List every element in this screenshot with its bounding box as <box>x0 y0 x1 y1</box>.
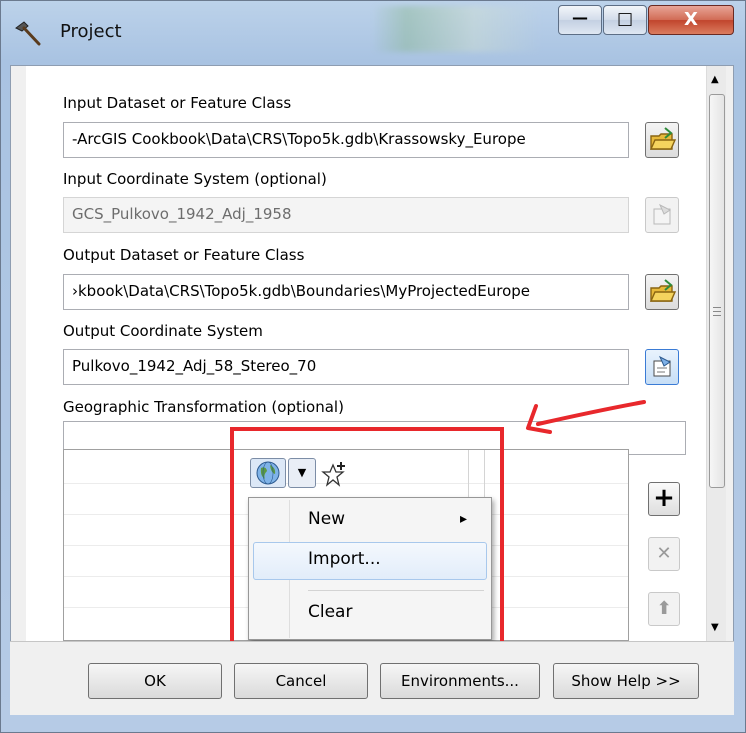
input-dataset-browse-button[interactable] <box>645 122 679 158</box>
move-up-button: ⬆ <box>648 592 680 626</box>
add-row-button[interactable]: + <box>648 482 680 516</box>
close-button[interactable]: X <box>648 5 734 35</box>
window-title: Project <box>60 21 122 42</box>
open-folder-icon <box>649 279 677 302</box>
show-help-button[interactable]: Show Help >> <box>553 663 699 699</box>
environments-button[interactable]: Environments... <box>380 663 540 699</box>
maximize-button[interactable]: □ <box>603 5 647 35</box>
hammer-icon <box>15 21 41 46</box>
scroll-up-icon[interactable]: ▲ <box>711 74 719 85</box>
red-arrow-icon <box>526 400 646 434</box>
output-crs-field[interactable]: Pulkovo_1942_Adj_58_Stereo_70 <box>63 349 629 385</box>
close-icon: X <box>684 9 698 30</box>
input-dataset-field[interactable]: -ArcGIS Cookbook\Data\CRS\Topo5k.gdb\Kra… <box>63 122 629 158</box>
minimize-icon: — <box>572 8 588 27</box>
input-crs-field: GCS_Pulkovo_1942_Adj_1958 <box>63 197 629 233</box>
maximize-icon: □ <box>616 9 634 29</box>
input-dataset-label: Input Dataset or Feature Class <box>63 94 292 112</box>
output-dataset-field[interactable]: ›kbook\Data\CRS\Topo5k.gdb\Boundaries\My… <box>63 274 629 310</box>
background-desktop <box>372 6 542 52</box>
minimize-button[interactable]: — <box>558 5 602 35</box>
open-folder-icon <box>649 127 677 150</box>
output-crs-label: Output Coordinate System <box>63 322 263 340</box>
output-crs-properties-button[interactable] <box>645 349 679 385</box>
scroll-down-icon[interactable]: ▼ <box>711 622 719 633</box>
properties-icon <box>653 203 671 225</box>
output-dataset-browse-button[interactable] <box>645 274 679 310</box>
remove-row-button: ✕ <box>648 537 680 571</box>
input-crs-label: Input Coordinate System (optional) <box>63 170 327 188</box>
input-crs-properties-button <box>645 197 679 233</box>
cancel-button[interactable]: Cancel <box>234 663 368 699</box>
properties-icon <box>653 355 671 377</box>
geo-transform-label: Geographic Transformation (optional) <box>63 398 344 416</box>
ok-button[interactable]: OK <box>88 663 222 699</box>
highlight-box <box>230 427 504 657</box>
output-dataset-label: Output Dataset or Feature Class <box>63 246 305 264</box>
scrollbar-thumb[interactable] <box>709 94 725 488</box>
